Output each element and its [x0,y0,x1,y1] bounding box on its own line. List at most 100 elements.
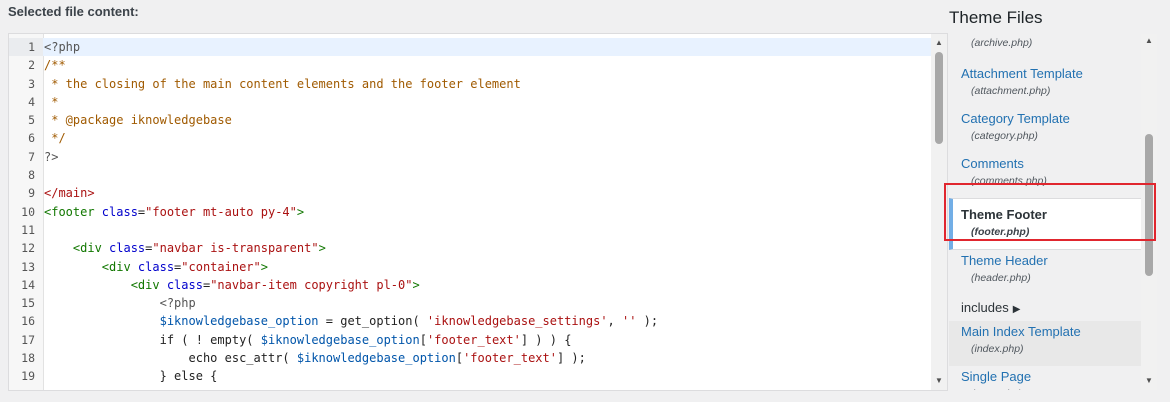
editor-scroll-thumb[interactable] [935,52,943,144]
editor-vertical-scrollbar[interactable]: ▲ ▼ [931,34,947,390]
line-text[interactable]: <div class="navbar-item copyright pl-0"> [43,276,931,294]
line-text[interactable]: <?php [43,294,931,312]
theme-file-item[interactable]: Single Page (page.php) [949,366,1141,390]
code-token: <div [72,241,110,256]
code-token: ); [636,314,659,329]
code-token: ] ); [556,351,586,366]
code-editor[interactable]: 1 <?php 2 /** 3 * the closing of the main co… [8,33,948,391]
code-line[interactable]: 2 /** [9,56,931,74]
code-token: [ [419,332,427,347]
theme-file-name-link[interactable]: Main Index Template [961,321,1141,339]
files-scroll-thumb[interactable] [1145,134,1153,276]
code-line[interactable]: 13 <div class="container"> [9,258,931,276]
line-text[interactable]: /** [43,56,931,74]
theme-file-item[interactable]: Category Template (category.php) [949,108,1141,153]
theme-file-path: (archive.php) [971,37,1033,49]
line-text[interactable]: * @package iknowledgebase [43,111,931,129]
theme-file-item[interactable]: Comments (comments.php) [949,153,1141,198]
files-scroll-up-arrow-icon[interactable]: ▲ [1141,34,1157,48]
code-line[interactable]: 17 if ( ! empty( $iknowledgebase_option[… [9,331,931,349]
code-line[interactable]: 15 <?php [9,294,931,312]
line-number: 9 [28,186,35,201]
theme-files-list-container: (archive.php) Attachment Template (attachm… [949,34,1157,390]
code-token: $iknowledgebase_option [260,332,420,347]
code-line[interactable]: 4 * [9,93,931,111]
theme-file-item[interactable]: Theme Header (header.php) [949,250,1141,295]
theme-file-path: (page.php) [961,388,1141,390]
line-text[interactable]: <footer class="footer mt-auto py-4"> [43,203,931,221]
code-line[interactable]: 20 [9,386,931,390]
line-text[interactable]: * [43,93,931,111]
theme-file-name-link[interactable]: Comments [961,153,1141,171]
line-number: 13 [21,259,35,274]
line-text[interactable] [43,386,931,390]
code-line[interactable]: 3 * the closing of the main content elem… [9,75,931,93]
code-token: class [101,204,138,219]
line-number: 2 [28,58,35,73]
line-text[interactable]: <div class="navbar is-transparent"> [43,239,931,257]
triangle-right-icon: ▶ [1012,304,1021,315]
code-line[interactable]: 6 */ [9,129,931,147]
code-line[interactable]: 12 <div class="navbar is-transparent"> [9,239,931,257]
line-number: 20 [9,386,43,390]
theme-file-path: (footer.php) [971,226,1030,238]
line-text[interactable]: } else { [43,367,931,385]
line-number: 8 [28,168,35,183]
code-line[interactable]: 1 <?php [9,38,931,57]
code-lines[interactable]: 1 <?php 2 /** 3 * the closing of the main co… [9,38,931,390]
code-line[interactable]: 11 [9,221,931,239]
code-line[interactable]: 10 <footer class="footer mt-auto py-4"> [9,203,931,221]
code-token: <div [101,259,138,274]
code-token: "footer mt-auto py-4" [145,204,297,219]
theme-file-name-link[interactable]: Theme Header [961,250,1141,268]
files-vertical-scrollbar[interactable]: ▲ ▼ [1141,34,1157,390]
theme-file-item[interactable]: Main Index Template (index.php) [949,321,1141,366]
code-token: <?php [159,296,196,311]
line-text[interactable]: echo esc_attr( $iknowledgebase_option['f… [43,349,931,367]
code-line[interactable]: 14 <div class="navbar-item copyright pl-… [9,276,931,294]
theme-file-name-link[interactable]: Category Template [961,108,1141,126]
line-text[interactable]: if ( ! empty( $iknowledgebase_option['fo… [43,331,931,349]
code-line[interactable]: 7 ?> [9,148,931,166]
theme-file-path: (attachment.php) [971,85,1051,97]
theme-file-name-link[interactable]: Theme Footer [961,199,1141,222]
code-token: = get_option( [318,314,427,329]
code-token: '' [622,314,637,329]
code-line[interactable]: 5 * @package iknowledgebase [9,111,931,129]
folder-item-includes[interactable]: includes ▶ [949,295,1141,321]
line-text[interactable]: <div class="container"> [43,258,931,276]
code-token: </main> [44,186,95,201]
line-number: 11 [21,222,35,237]
code-line[interactable]: 16 $iknowledgebase_option = get_option( … [9,312,931,330]
line-text[interactable]: * the closing of the main content elemen… [43,75,931,93]
line-text[interactable]: ?> [43,148,931,166]
scroll-up-arrow-icon[interactable]: ▲ [931,36,947,50]
code-line[interactable]: 9 </main> [9,184,931,202]
line-number: 17 [21,332,35,347]
code-line[interactable]: 8 [9,166,931,184]
code-token: "navbar is-transparent" [152,241,319,256]
line-text[interactable]: $iknowledgebase_option = get_option( 'ik… [43,312,931,330]
files-scroll-down-arrow-icon[interactable]: ▼ [1141,374,1157,388]
theme-file-name-link[interactable]: Single Page [961,366,1141,384]
theme-file-name-link[interactable]: Attachment Template [961,63,1141,81]
code-token: <?php [44,40,81,54]
theme-file-item[interactable]: (archive.php) [949,37,1141,63]
line-text[interactable]: <?php [43,38,931,57]
line-text[interactable]: </main> [43,184,931,202]
code-line[interactable]: 18 echo esc_attr( $iknowledgebase_option… [9,349,931,367]
selected-file-content-label: Selected file content: [8,4,139,19]
line-number: 19 [21,369,35,384]
theme-file-item[interactable]: Theme Footer (footer.php) [949,198,1141,250]
theme-file-path: (category.php) [971,130,1038,142]
theme-file-item[interactable]: Attachment Template (attachment.php) [949,63,1141,108]
line-text[interactable]: */ [43,129,931,147]
scroll-down-arrow-icon[interactable]: ▼ [931,374,947,388]
line-number: 4 [28,94,35,109]
line-number: 16 [21,314,35,329]
code-line[interactable]: 19 } else { [9,367,931,385]
code-token: <footer [44,204,102,219]
